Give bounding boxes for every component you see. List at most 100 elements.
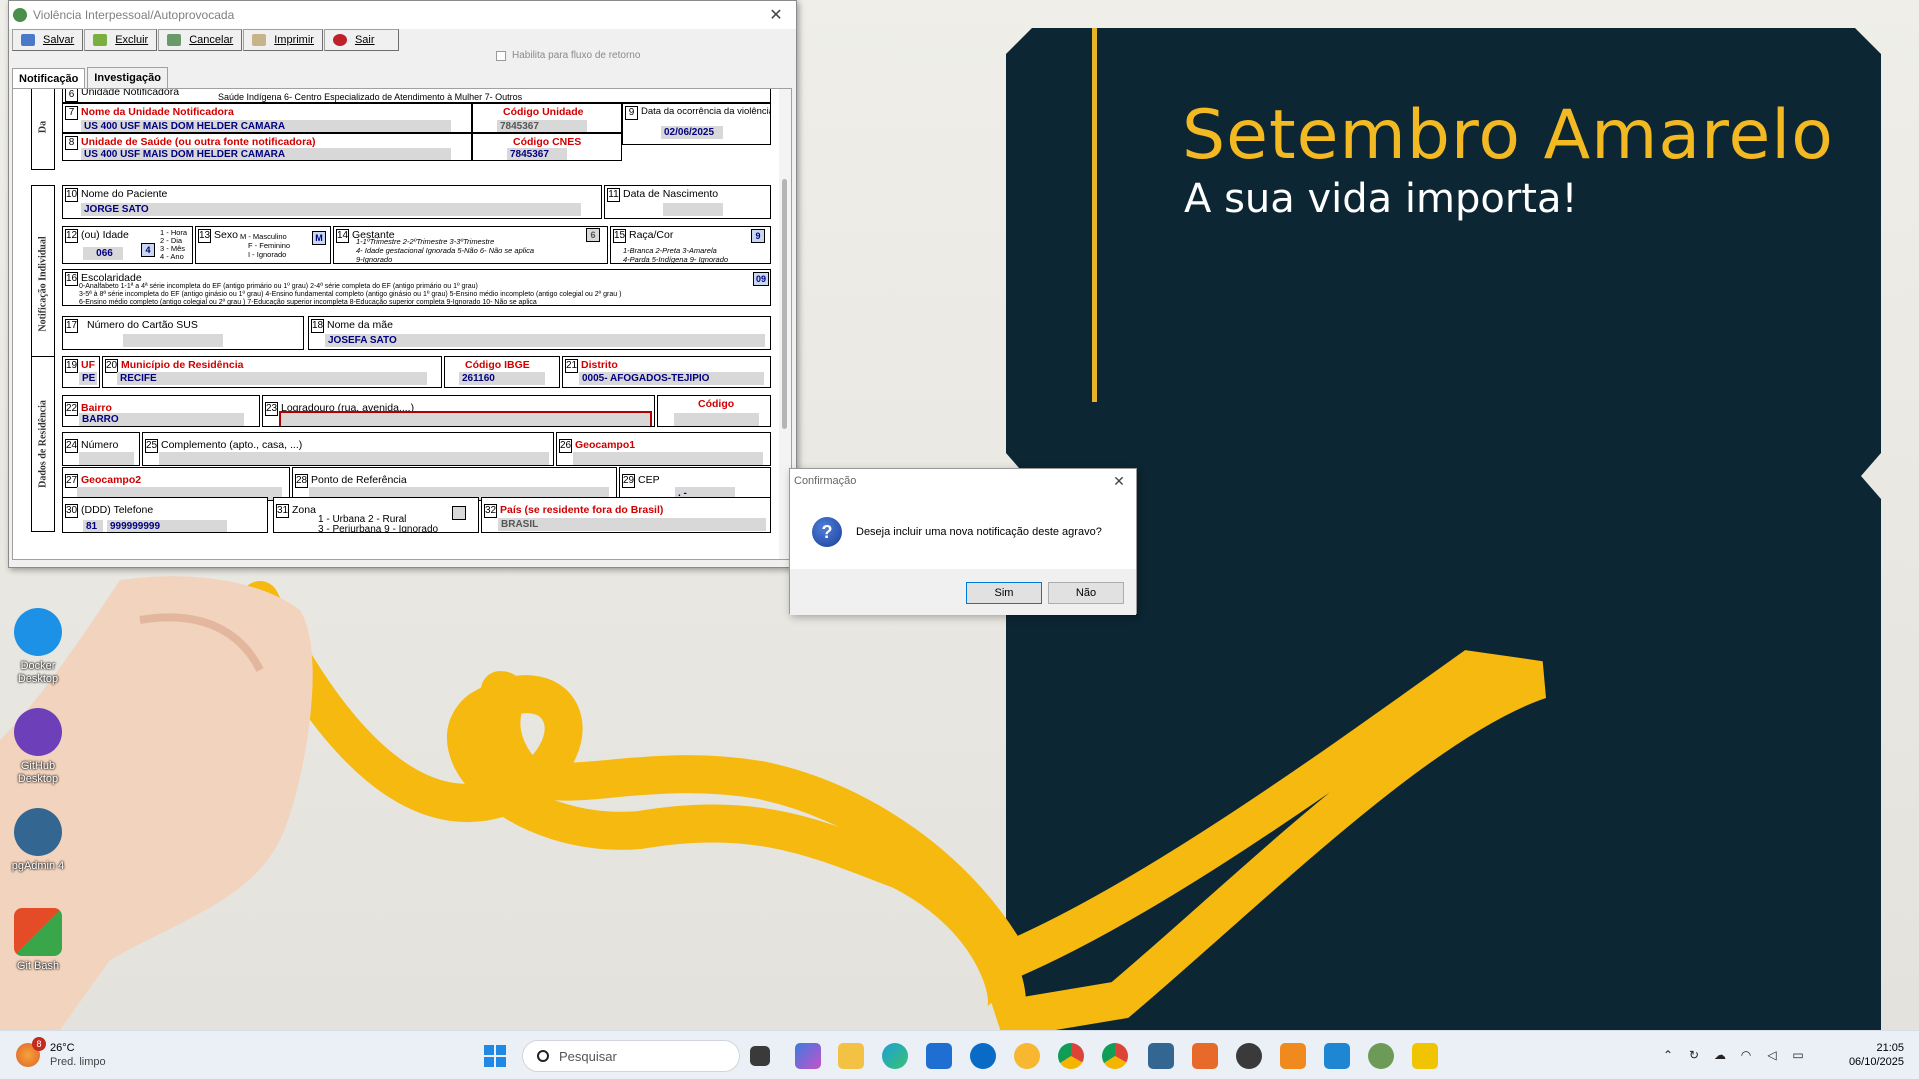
- codigo-unidade-input[interactable]: 7845367: [497, 120, 587, 132]
- gestante-input[interactable]: 6: [586, 228, 600, 242]
- field-number: 24: [65, 439, 79, 453]
- weather-app-icon[interactable]: [1014, 1043, 1040, 1069]
- field-23-logradouro: 23 Logradouro (rua, avenida,...): [262, 395, 655, 427]
- option-label: 3 - Periurbana 9 - Ignorado: [318, 524, 439, 533]
- escolaridade-input[interactable]: 09: [753, 272, 769, 286]
- sexo-input[interactable]: M: [312, 231, 326, 245]
- raca-cor-input[interactable]: 9: [751, 229, 765, 243]
- volume-icon[interactable]: ◁: [1764, 1047, 1780, 1063]
- data-ocorrencia-input[interactable]: 02/06/2025: [661, 126, 723, 139]
- yes-button[interactable]: Sim: [966, 582, 1042, 604]
- ddd-input[interactable]: 81: [83, 520, 103, 532]
- bairro-input[interactable]: BARRO: [79, 413, 244, 426]
- field-6-unidade-notificadora: 6 Unidade Notificadora Saúde Indígena 6-…: [62, 89, 771, 103]
- wifi-icon[interactable]: ◠: [1738, 1047, 1754, 1063]
- field-27-geocampo2: 27 Geocampo2: [62, 467, 290, 501]
- chevron-up-icon[interactable]: ⌃: [1660, 1047, 1676, 1063]
- pais-input[interactable]: BRASIL: [498, 518, 766, 531]
- field-13-sexo: 13 Sexo M - Masculino F - Feminino I - I…: [195, 226, 331, 264]
- complemento-input[interactable]: [159, 452, 549, 465]
- battery-icon[interactable]: ▭: [1790, 1047, 1806, 1063]
- codigo-cnes-input[interactable]: 7845367: [507, 148, 567, 160]
- wallpaper-title: Setembro Amarelo: [1182, 96, 1834, 175]
- desktop-icon-docker[interactable]: Docker Desktop: [8, 608, 68, 686]
- desktop-icon-github[interactable]: GitHub Desktop: [8, 708, 68, 786]
- sinan-app-icon[interactable]: [1368, 1043, 1394, 1069]
- print-button[interactable]: Imprimir: [243, 29, 323, 51]
- close-icon[interactable]: ✕: [1102, 473, 1136, 490]
- taskbar-search[interactable]: Pesquisar: [522, 1040, 740, 1072]
- municipio-input[interactable]: RECIFE: [117, 372, 427, 385]
- cancel-button[interactable]: Cancelar: [158, 29, 243, 51]
- m365-icon[interactable]: [795, 1043, 821, 1069]
- vscode-icon[interactable]: [1324, 1043, 1350, 1069]
- nome-paciente-input[interactable]: JORGE SATO: [81, 203, 581, 216]
- window-title: Violência Interpessoal/Autoprovocada: [33, 8, 235, 22]
- numero-input[interactable]: [79, 452, 134, 465]
- taskbar-clock[interactable]: 21:05 06/10/2025: [1820, 1041, 1904, 1069]
- geocampo1-input[interactable]: [573, 452, 763, 465]
- chrome-icon[interactable]: [1058, 1043, 1084, 1069]
- tab-notificacao[interactable]: Notificação: [12, 68, 86, 89]
- field-label: UF: [81, 359, 95, 371]
- data-nascimento-input[interactable]: [663, 203, 723, 216]
- telefone-input[interactable]: 999999999: [107, 520, 227, 532]
- codigo-logradouro-input[interactable]: [674, 413, 759, 426]
- weather-widget[interactable]: 8 26°C Pred. limpo: [16, 1037, 106, 1069]
- nome-mae-input[interactable]: JOSEFA SATO: [325, 334, 765, 347]
- chrome-profile-icon[interactable]: [1102, 1043, 1128, 1069]
- notification-form: Da Notificação Individual Dados de Resid…: [12, 88, 792, 560]
- nome-unidade-input[interactable]: US 400 USF MAIS DOM HELDER CAMARA: [81, 120, 451, 132]
- section-dados-gerais: Da: [31, 89, 55, 170]
- close-icon[interactable]: ✕: [756, 5, 796, 25]
- file-explorer-icon[interactable]: [838, 1043, 864, 1069]
- retorno-checkbox[interactable]: [496, 50, 506, 61]
- field-number: 22: [65, 402, 79, 416]
- github-taskbar-icon[interactable]: [1236, 1043, 1262, 1069]
- option-label: F - Feminino: [248, 241, 291, 250]
- desktop-icon-label: pgAdmin 4: [11, 860, 65, 872]
- logradouro-input[interactable]: [279, 411, 652, 426]
- desktop-icon-git-bash[interactable]: Git Bash: [8, 908, 68, 973]
- search-placeholder: Pesquisar: [559, 1048, 617, 1064]
- field-26-geocampo1: 26 Geocampo1: [556, 432, 771, 466]
- field-10-nome-paciente: 10 Nome do Paciente JORGE SATO: [62, 185, 602, 219]
- scrollbar-thumb[interactable]: [782, 179, 787, 429]
- hp-icon[interactable]: [970, 1043, 996, 1069]
- idade-input[interactable]: 066: [83, 247, 123, 260]
- field-number: 25: [145, 439, 159, 453]
- pgadmin-taskbar-icon[interactable]: [1148, 1043, 1174, 1069]
- sublime-text-icon[interactable]: [1280, 1043, 1306, 1069]
- edge-icon[interactable]: [882, 1043, 908, 1069]
- field-28-ponto-referencia: 28 Ponto de Referência: [292, 467, 617, 501]
- idade-unidade-input[interactable]: 4: [141, 243, 155, 257]
- yellow-app-icon[interactable]: [1412, 1043, 1438, 1069]
- codigo-ibge-input[interactable]: 261160: [459, 372, 545, 385]
- unidade-saude-input[interactable]: US 400 USF MAIS DOM HELDER CAMARA: [81, 148, 451, 160]
- windows-start-icon[interactable]: [484, 1045, 506, 1067]
- delete-button[interactable]: Excluir: [84, 29, 158, 51]
- retorno-checkbox-row[interactable]: Habilita para fluxo de retorno: [496, 50, 640, 61]
- cancel-icon: [167, 34, 182, 46]
- distrito-input[interactable]: 0005- AFOGADOS-TEJIPIO: [579, 372, 764, 385]
- dialog-titlebar[interactable]: Confirmação ✕: [790, 469, 1136, 493]
- exit-button[interactable]: Sair: [323, 29, 399, 51]
- desktop-icon-pgadmin[interactable]: pgAdmin 4: [8, 808, 68, 873]
- cloud-off-icon[interactable]: ☁: [1712, 1047, 1728, 1063]
- zona-input[interactable]: [452, 506, 466, 520]
- window-titlebar[interactable]: Violência Interpessoal/Autoprovocada ✕: [9, 1, 796, 29]
- no-button[interactable]: Não: [1048, 582, 1124, 604]
- field-9-data-ocorrencia: 9 Data da ocorrência da violência 02/06/…: [622, 103, 771, 145]
- field-number: 29: [622, 474, 636, 488]
- field-12-idade: 12 (ou) Idade 066 4 1 - Hora 2 - Dia 3 -…: [62, 226, 193, 264]
- uf-input[interactable]: PE: [79, 372, 97, 385]
- task-view-icon[interactable]: [750, 1046, 770, 1066]
- microsoft-store-icon[interactable]: [926, 1043, 952, 1069]
- delete-label: Excluir: [115, 34, 149, 46]
- hand-app-icon[interactable]: [1192, 1043, 1218, 1069]
- save-button[interactable]: Salvar: [12, 29, 84, 51]
- desktop-icon-label: Docker Desktop: [17, 660, 59, 685]
- sync-icon[interactable]: ↻: [1686, 1047, 1702, 1063]
- cartao-sus-input[interactable]: [123, 334, 223, 347]
- tab-investigacao[interactable]: Investigação: [87, 67, 168, 88]
